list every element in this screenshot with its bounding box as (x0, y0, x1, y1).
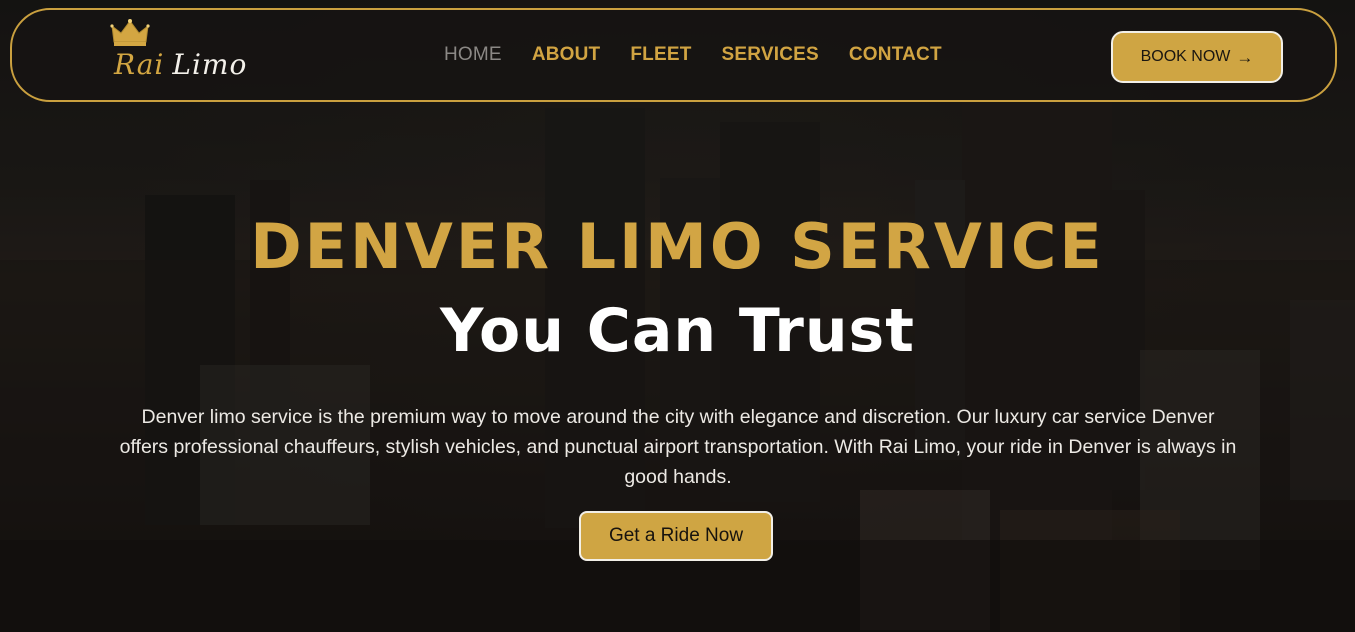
hero-subtitle: You Can Trust (440, 296, 915, 366)
logo-wordmark: Rai Limo (114, 48, 247, 81)
get-a-ride-button[interactable]: Get a Ride Now (579, 511, 773, 561)
hero-description: Denver limo service is the premium way t… (119, 406, 1237, 488)
nav-services[interactable]: SERVICES (722, 44, 819, 66)
nav-contact[interactable]: CONTACT (849, 44, 942, 66)
nav-fleet[interactable]: FLEET (630, 44, 691, 66)
main-nav: HOME ABOUT FLEET SERVICES CONTACT (444, 44, 942, 66)
hero-title: DENVER LIMO SERVICE (250, 210, 1105, 283)
brand-logo[interactable]: Rai Limo (110, 18, 270, 90)
top-navbar: Rai Limo HOME ABOUT FLEET SERVICES CONTAC… (10, 8, 1337, 102)
logo-word-rai: Rai (114, 48, 165, 81)
logo-word-limo: Limo (172, 48, 248, 81)
nav-about[interactable]: ABOUT (532, 44, 601, 66)
arrow-right-icon: → (1236, 47, 1254, 67)
book-now-label: BOOK NOW (1140, 48, 1231, 65)
crown-icon (110, 19, 150, 46)
book-now-button[interactable]: BOOK NOW → (1111, 31, 1283, 83)
nav-home[interactable]: HOME (444, 44, 502, 66)
